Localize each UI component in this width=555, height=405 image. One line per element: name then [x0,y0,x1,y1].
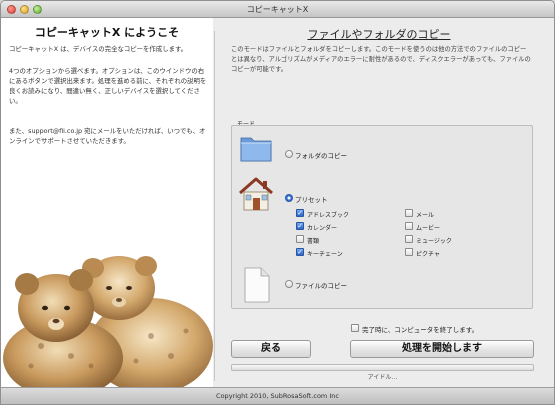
preset-label-pictures[interactable]: ピクチャ [416,249,440,258]
preset-label-calendar[interactable]: カレンダー [307,223,337,232]
progress-bar [231,364,534,371]
home-icon [236,176,276,212]
status-text: アイドル… [367,374,398,381]
preset-checkbox-pictures[interactable] [405,248,413,256]
preset-label-keychain[interactable]: キーチェーン [307,249,343,258]
shutdown-when-done-checkbox[interactable] [351,324,359,332]
preset-checkbox-movies[interactable] [405,222,413,230]
lion-cubs-image [1,236,213,387]
footer-bar: Copyright 2010, SubRosaSoft.com Inc [1,387,554,404]
mode-description: このモードはファイルとフォルダをコピーします。このモードを使うのは他の方法でのフ… [231,46,531,73]
preset-checkbox-address-book[interactable]: ✓ [296,209,304,217]
welcome-panel: コピーキャットX にようこそ コピーキャットX は、デバイスの完全なコピーを作成… [1,18,213,387]
document-icon [242,266,272,304]
window-title: コピーキャットX [246,5,309,14]
folder-copy-radio[interactable] [285,150,293,158]
welcome-paragraph-options: 4つのオプションから選べます。オプションは、このウインドウの右にあるボタンで選択… [9,67,207,105]
preset-checkbox-documents[interactable] [296,235,304,243]
title-bar[interactable]: コピーキャットX [1,1,554,18]
welcome-title: コピーキャットX にようこそ [34,26,180,39]
folder-icon [238,130,274,164]
mode-group-box: フォルダのコピー プリセット ✓ アドレスブック メール ✓ カレンダー ムービ… [231,125,533,309]
app-window: コピーキャットX コピーキャットX にようこそ コピーキャットX は、デバイスの… [0,0,555,405]
back-button[interactable]: 戻る [231,340,311,358]
preset-checkbox-calendar[interactable]: ✓ [296,222,304,230]
preset-radio[interactable] [285,194,293,202]
folder-copy-label[interactable]: フォルダのコピー [295,150,347,160]
welcome-paragraph-intro: コピーキャットX は、デバイスの完全なコピーを作成します。 [9,45,188,53]
preset-label-movies[interactable]: ムービー [416,223,440,232]
preset-label-address-book[interactable]: アドレスブック [307,210,349,219]
preset-label-documents[interactable]: 書類 [307,236,319,245]
file-copy-radio[interactable] [285,280,293,288]
shutdown-when-done-label[interactable]: 完了時に、コンピュータを終了します。 [362,324,478,334]
mode-title: ファイルやフォルダのコピー [307,28,451,41]
file-copy-label[interactable]: ファイルのコピー [295,280,347,290]
copyright-text: Copyright 2010, SubRosaSoft.com Inc [216,392,339,400]
pane-divider [214,31,215,381]
preset-checkbox-mail[interactable] [405,209,413,217]
preset-label[interactable]: プリセット [295,194,328,204]
start-processing-button[interactable]: 処理を開始します [350,340,534,358]
preset-checkbox-keychain[interactable]: ✓ [296,248,304,256]
welcome-paragraph-support: また、support@fli.co.jp 宛にメールをいただければ、いつでも、オ… [9,127,206,145]
preset-checkbox-music[interactable] [405,235,413,243]
preset-label-mail[interactable]: メール [416,210,434,219]
preset-label-music[interactable]: ミュージック [416,236,452,245]
